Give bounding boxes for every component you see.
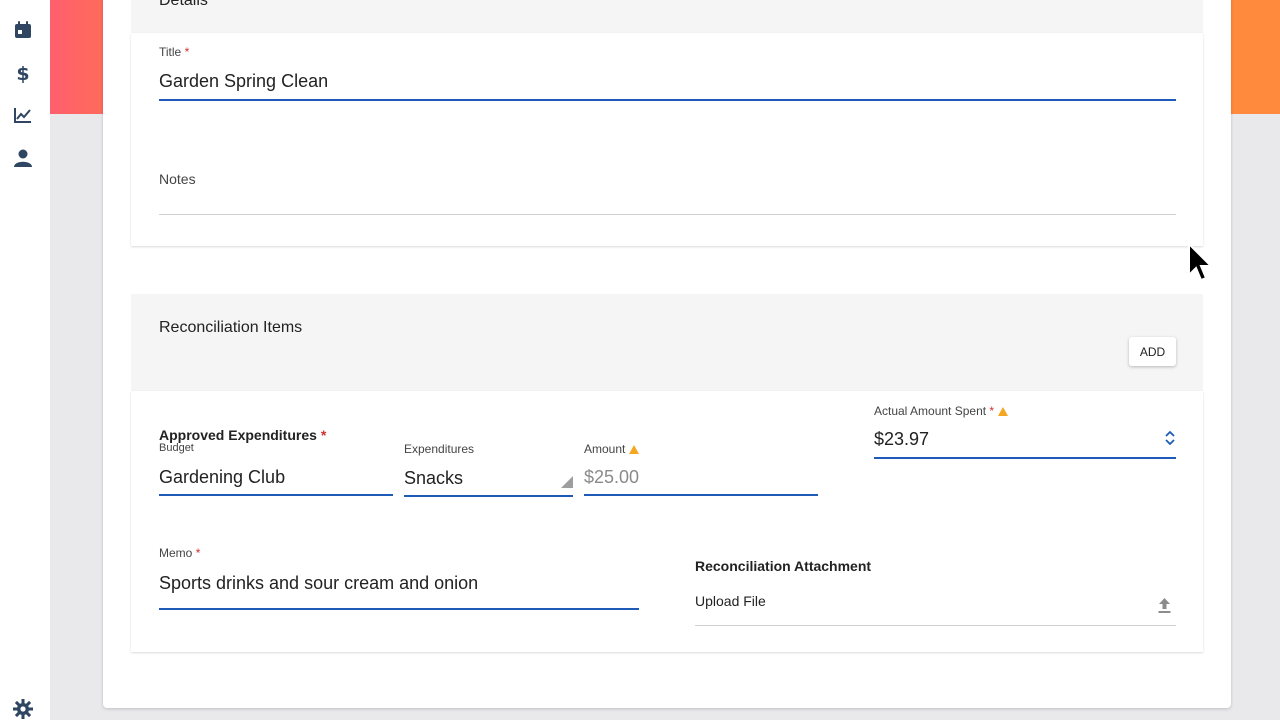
dropdown-arrow-icon[interactable] — [561, 476, 573, 488]
title-input[interactable]: Garden Spring Clean — [159, 71, 328, 92]
mouse-cursor-icon — [1188, 243, 1214, 282]
notes-label: Notes — [159, 171, 196, 187]
expenditures-label: Expenditures — [404, 442, 475, 456]
notes-input[interactable] — [159, 214, 1176, 215]
expenditures-select[interactable]: Snacks — [404, 468, 463, 489]
side-navigation: $ — [0, 0, 50, 720]
warning-icon — [629, 445, 640, 454]
header-band-right — [1230, 0, 1280, 114]
reconciliation-section-title: Reconciliation Items — [159, 319, 303, 336]
actual-amount-label: Actual Amount Spent * — [874, 404, 1009, 418]
title-label: Title * — [159, 45, 190, 59]
memo-underline — [159, 608, 639, 610]
approved-expenditures-label: Approved Expenditures * — [159, 427, 327, 443]
amount-label: Amount — [584, 442, 640, 456]
gear-icon[interactable] — [13, 699, 33, 719]
warning-icon — [998, 407, 1009, 416]
calendar-icon[interactable] — [12, 19, 34, 41]
number-spinner-icon[interactable] — [1163, 428, 1177, 448]
memo-input[interactable]: Sports drinks and sour cream and onion — [159, 573, 478, 594]
svg-text:$: $ — [16, 63, 29, 83]
budget-input[interactable]: Gardening Club — [159, 467, 285, 488]
reconciliation-attachment-label: Reconciliation Attachment — [695, 558, 872, 574]
amount-underline — [584, 494, 818, 496]
budget-label: Budget — [159, 442, 194, 454]
chart-line-icon[interactable] — [12, 104, 34, 126]
details-header — [131, 0, 1203, 33]
upload-file-field[interactable]: Upload File — [695, 593, 766, 609]
person-icon[interactable] — [12, 147, 34, 169]
actual-amount-underline — [874, 457, 1176, 459]
add-button[interactable]: ADD — [1129, 337, 1176, 366]
upload-icon[interactable] — [1157, 597, 1172, 614]
header-band-left — [50, 0, 104, 114]
details-section-title: Details — [159, 0, 208, 9]
amount-input[interactable]: $25.00 — [584, 467, 639, 488]
memo-label: Memo * — [159, 546, 201, 560]
dollar-icon[interactable]: $ — [12, 62, 34, 84]
title-underline — [159, 99, 1176, 101]
reconciliation-header — [131, 294, 1203, 391]
actual-amount-input[interactable]: $23.97 — [874, 429, 929, 450]
budget-underline — [159, 494, 393, 496]
expenditures-underline — [404, 495, 573, 497]
upload-underline — [695, 625, 1176, 626]
